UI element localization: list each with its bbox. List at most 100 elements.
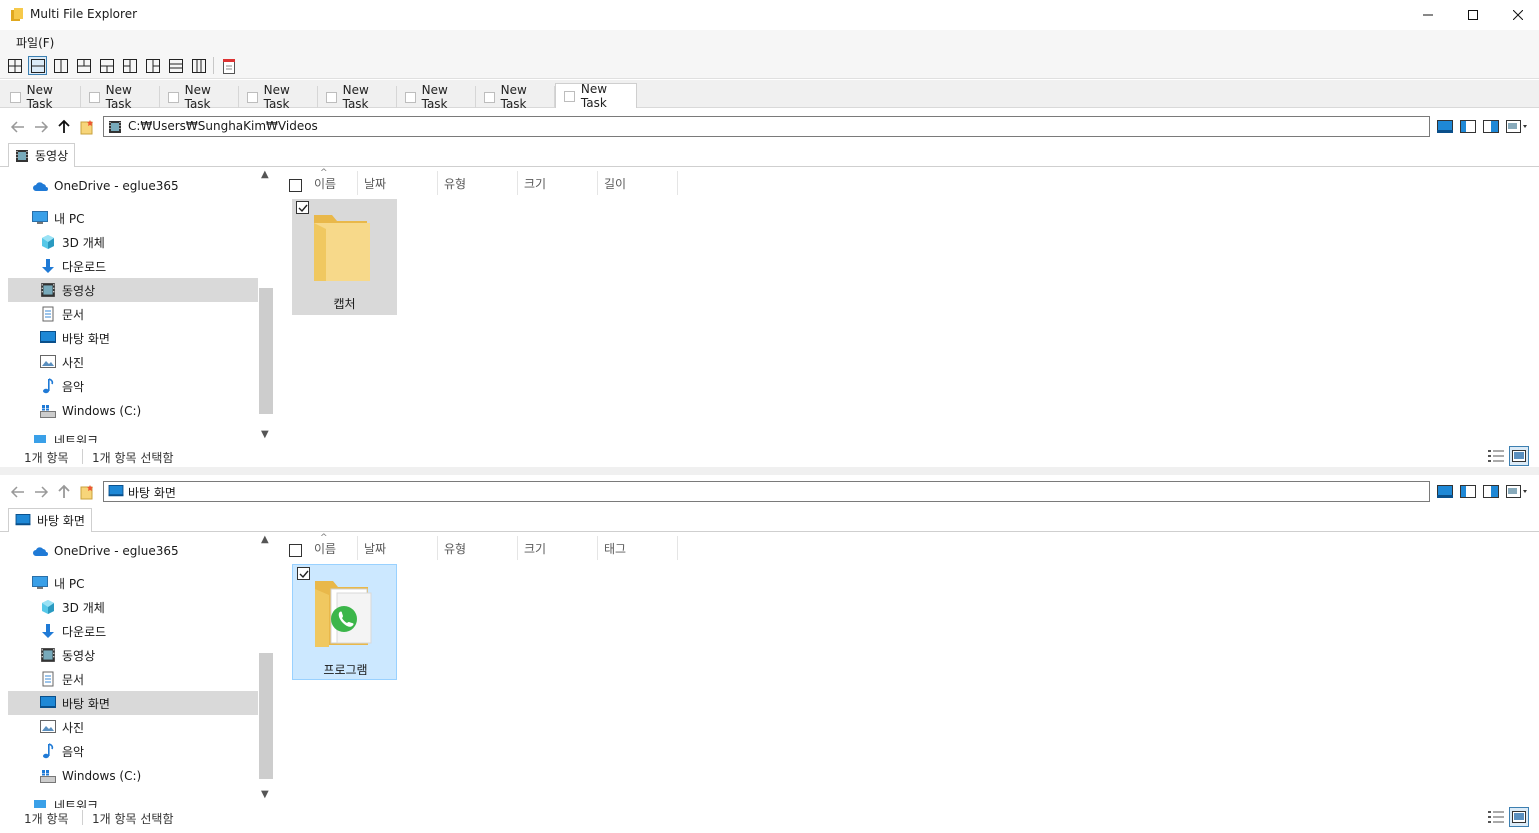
tree-item-pictures[interactable]: 사진 <box>8 715 258 739</box>
view-single-icon[interactable] <box>1437 120 1453 133</box>
new-folder-icon[interactable] <box>79 119 95 135</box>
layout-horizontal-split-button[interactable] <box>28 56 47 75</box>
task-tab-7[interactable]: New Task <box>476 83 555 111</box>
layout-three-right-button[interactable] <box>143 56 162 75</box>
new-folder-icon[interactable] <box>79 484 95 500</box>
up-arrow-icon[interactable] <box>56 119 72 135</box>
tree-item-desktop[interactable]: 바탕 화면 <box>8 691 258 715</box>
task-tab-8[interactable]: New Task <box>555 82 637 110</box>
task-checkbox[interactable] <box>564 90 575 102</box>
tree-item-documents[interactable]: 문서 <box>8 667 258 691</box>
column-tags[interactable]: 태그 <box>598 536 678 560</box>
view-preview-right-icon[interactable] <box>1483 120 1499 133</box>
view-preview-left-icon[interactable] <box>1460 485 1476 498</box>
column-date[interactable]: 날짜 <box>358 171 438 195</box>
view-options-dropdown-icon[interactable] <box>1506 485 1528 498</box>
layout-three-bottom-button[interactable] <box>97 56 116 75</box>
tree-item-mypc[interactable]: 내 PC <box>8 571 258 595</box>
forward-arrow-icon[interactable] <box>33 119 49 135</box>
view-options-dropdown-icon[interactable] <box>1506 120 1528 133</box>
task-checkbox[interactable] <box>168 91 179 103</box>
menu-file[interactable]: 파일(F) <box>16 34 54 51</box>
task-checkbox[interactable] <box>326 91 337 103</box>
task-tab-1[interactable]: New Task <box>2 83 81 111</box>
notes-button[interactable] <box>219 56 238 75</box>
file-tile-capture-folder[interactable]: 캡처 <box>292 199 397 315</box>
address-bar[interactable]: C:₩Users₩SunghaKim₩Videos <box>103 116 1430 137</box>
task-tab-5[interactable]: New Task <box>318 83 397 111</box>
layout-three-bottom-icon <box>99 58 114 73</box>
item-checkbox-checked[interactable] <box>297 567 310 580</box>
task-checkbox[interactable] <box>405 91 416 103</box>
task-tab-2[interactable]: New Task <box>81 83 160 111</box>
column-date[interactable]: 날짜 <box>358 536 438 560</box>
task-checkbox[interactable] <box>247 91 258 103</box>
task-tab-4[interactable]: New Task <box>239 83 318 111</box>
tree-item-music[interactable]: 음악 <box>8 739 258 763</box>
back-arrow-icon[interactable] <box>10 119 26 135</box>
column-name[interactable]: 이름 <box>308 171 358 195</box>
column-size[interactable]: 크기 <box>518 536 598 560</box>
task-checkbox[interactable] <box>10 91 21 103</box>
layout-three-top-button[interactable] <box>74 56 93 75</box>
tree-item-onedrive[interactable]: OneDrive - eglue365 <box>8 174 258 198</box>
up-arrow-icon[interactable] <box>56 484 72 500</box>
tree-item-videos[interactable]: 동영상 <box>8 643 258 667</box>
large-icons-view-button[interactable] <box>1509 446 1529 466</box>
tree-item-documents[interactable]: 문서 <box>8 302 258 326</box>
maximize-button[interactable] <box>1450 0 1496 30</box>
view-single-icon[interactable] <box>1437 485 1453 498</box>
layout-three-columns-button[interactable] <box>189 56 208 75</box>
tree-item-downloads[interactable]: 다운로드 <box>8 619 258 643</box>
tree-item-3d-objects[interactable]: 3D 개체 <box>8 230 258 254</box>
tree-item-network[interactable]: 네트워크 <box>8 428 258 443</box>
tree-item-mypc[interactable]: 내 PC <box>8 206 258 230</box>
tree-item-onedrive[interactable]: OneDrive - eglue365 <box>8 539 258 563</box>
scroll-up-arrow-icon[interactable]: ▲ <box>261 169 269 180</box>
item-checkbox-checked[interactable] <box>296 201 309 214</box>
details-view-icon[interactable] <box>1488 449 1504 463</box>
task-checkbox[interactable] <box>484 91 495 103</box>
column-length[interactable]: 길이 <box>598 171 678 195</box>
folder-tab-desktop[interactable]: 바탕 화면 <box>8 508 92 532</box>
minimize-button[interactable] <box>1405 0 1451 30</box>
scrollbar-thumb[interactable] <box>259 288 273 414</box>
scrollbar-thumb[interactable] <box>259 653 273 779</box>
layout-three-left-button[interactable] <box>120 56 139 75</box>
tree-item-music[interactable]: 음악 <box>8 374 258 398</box>
scroll-down-arrow-icon[interactable]: ▼ <box>261 429 269 440</box>
column-type[interactable]: 유형 <box>438 171 518 195</box>
view-preview-right-icon[interactable] <box>1483 485 1499 498</box>
tree-item-pictures[interactable]: 사진 <box>8 350 258 374</box>
tree-item-windows-drive[interactable]: Windows (C:) <box>8 399 258 423</box>
forward-arrow-icon[interactable] <box>33 484 49 500</box>
back-arrow-icon[interactable] <box>10 484 26 500</box>
scroll-down-arrow-icon[interactable]: ▼ <box>261 789 269 800</box>
tree-item-desktop[interactable]: 바탕 화면 <box>8 326 258 350</box>
select-all-checkbox[interactable] <box>289 544 302 557</box>
column-name[interactable]: 이름 <box>308 536 358 560</box>
folder-tab-videos[interactable]: 동영상 <box>8 143 76 167</box>
close-button[interactable] <box>1495 0 1539 30</box>
large-icons-view-button[interactable] <box>1509 807 1529 827</box>
tree-scrollbar[interactable]: ▲ ▼ <box>258 532 274 808</box>
tree-item-3d-objects[interactable]: 3D 개체 <box>8 595 258 619</box>
view-preview-left-icon[interactable] <box>1460 120 1476 133</box>
task-checkbox[interactable] <box>89 91 100 103</box>
tree-item-videos[interactable]: 동영상 <box>8 278 258 302</box>
layout-vertical-split-button[interactable] <box>51 56 70 75</box>
details-view-icon[interactable] <box>1488 810 1504 824</box>
task-tab-6[interactable]: New Task <box>397 83 476 111</box>
task-tab-3[interactable]: New Task <box>160 83 239 111</box>
layout-quad-button[interactable] <box>5 56 24 75</box>
column-size[interactable]: 크기 <box>518 171 598 195</box>
select-all-checkbox[interactable] <box>289 179 302 192</box>
layout-three-rows-button[interactable] <box>166 56 185 75</box>
column-type[interactable]: 유형 <box>438 536 518 560</box>
scroll-up-arrow-icon[interactable]: ▲ <box>261 534 269 545</box>
file-tile-program-folder[interactable]: 프로그램 <box>292 564 397 680</box>
tree-item-downloads[interactable]: 다운로드 <box>8 254 258 278</box>
tree-scrollbar[interactable]: ▲ ▼ <box>258 167 274 443</box>
address-bar[interactable]: 바탕 화면 <box>103 481 1430 502</box>
tree-item-windows-drive[interactable]: Windows (C:) <box>8 764 258 788</box>
